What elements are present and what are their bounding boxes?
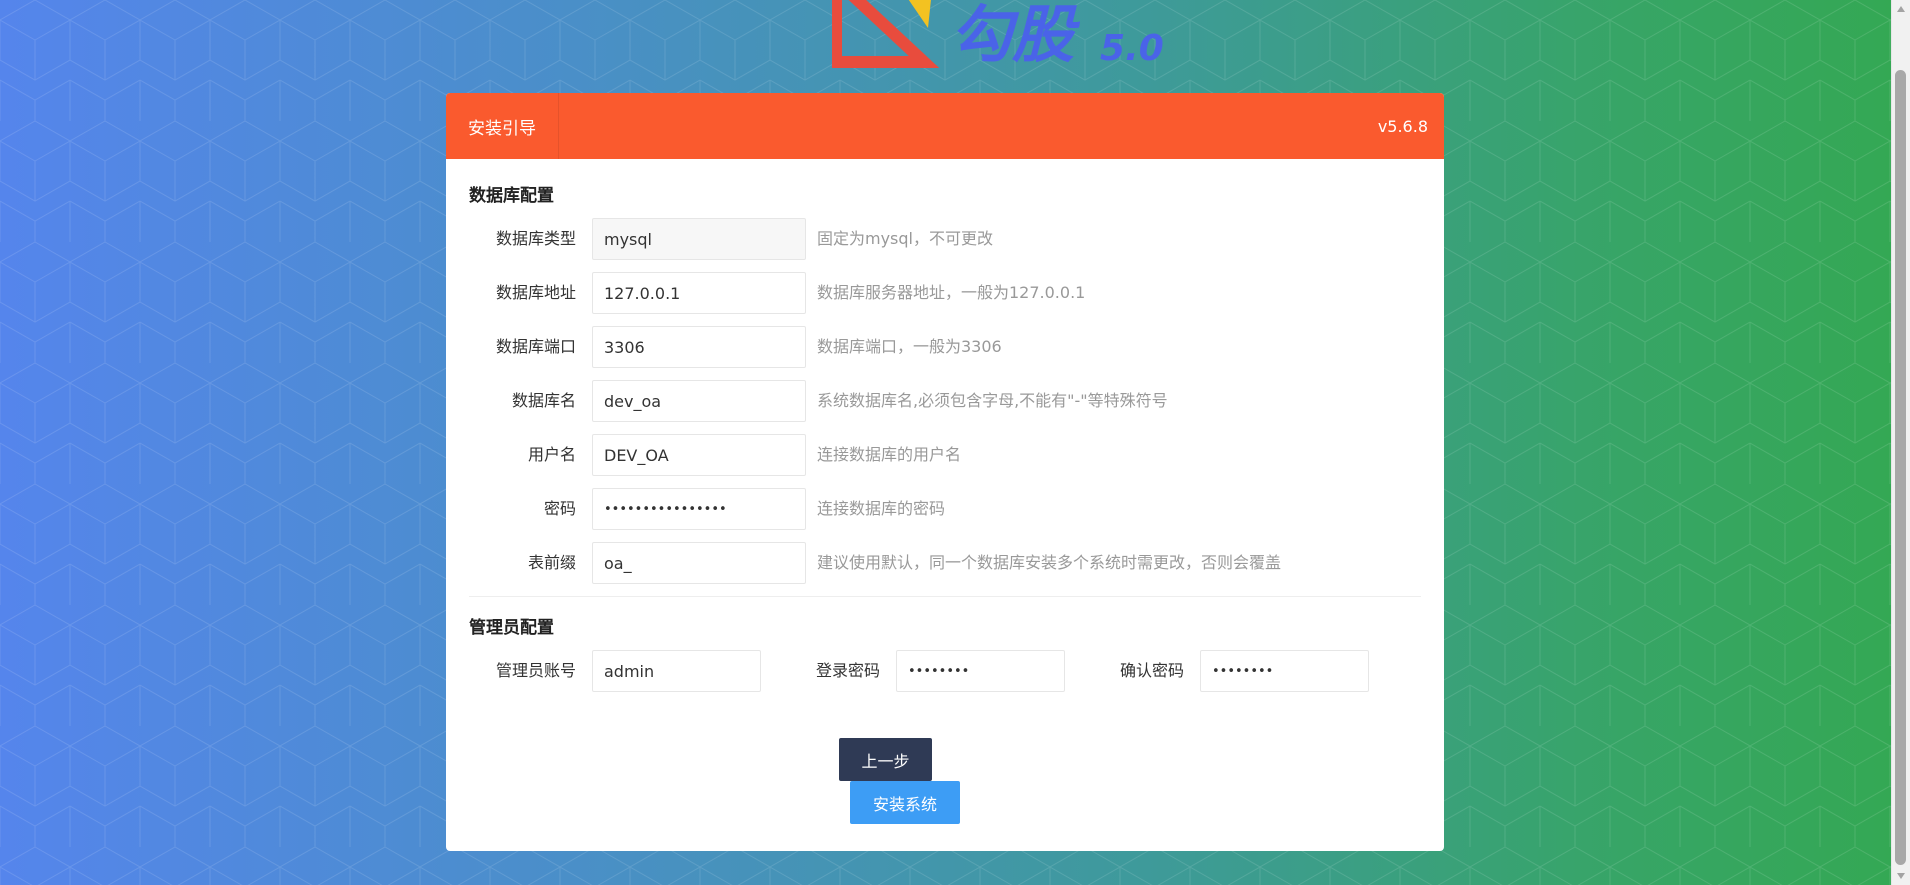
db-port-row: 数据库端口 数据库端口，一般为3306: [446, 326, 1444, 368]
db-name-row: 数据库名 系统数据库名,必须包含字母,不能有"-"等特殊符号: [446, 380, 1444, 422]
admin-row: 管理员账号 登录密码 确认密码: [446, 650, 1444, 692]
db-password-input[interactable]: [592, 488, 806, 530]
version-label: v5.6.8: [1377, 116, 1428, 136]
db-port-label: 数据库端口: [495, 337, 576, 356]
scrollbar-thumb[interactable]: [1895, 70, 1906, 865]
card-header: 安装引导 v5.6.8: [446, 93, 1444, 159]
db-host-row: 数据库地址 数据库服务器地址，一般为127.0.0.1: [446, 272, 1444, 314]
scroll-up-arrow-icon[interactable]: [1897, 6, 1905, 12]
db-password-label: 密码: [543, 499, 576, 518]
admin-account-input[interactable]: [592, 650, 761, 692]
section-divider: [469, 596, 1421, 597]
db-type-row: 数据库类型 固定为mysql，不可更改: [446, 218, 1444, 260]
db-prefix-hint: 建议使用默认，同一个数据库安装多个系统时需更改，否则会覆盖: [817, 553, 1282, 572]
logo-version: 5.0: [1100, 28, 1164, 69]
db-name-hint: 系统数据库名,必须包含字母,不能有"-"等特殊符号: [817, 391, 1168, 410]
db-host-hint: 数据库服务器地址，一般为127.0.0.1: [817, 283, 1086, 302]
db-name-input[interactable]: [592, 380, 806, 422]
install-card: 安装引导 v5.6.8 数据库配置 数据库类型 固定为mysql，不可更改 数据…: [446, 93, 1444, 851]
db-type-input[interactable]: [592, 218, 806, 260]
database-section-title: 数据库配置: [469, 186, 554, 206]
install-system-button[interactable]: 安装系统: [850, 781, 960, 824]
prev-step-button[interactable]: 上一步: [839, 738, 932, 781]
db-user-input[interactable]: [592, 434, 806, 476]
db-user-label: 用户名: [527, 445, 576, 464]
admin-confirm-label: 确认密码: [1119, 661, 1184, 680]
db-password-row: 密码 连接数据库的密码: [446, 488, 1444, 530]
admin-account-label: 管理员账号: [495, 661, 576, 680]
page-scrollbar[interactable]: [1891, 0, 1910, 885]
db-password-hint: 连接数据库的密码: [817, 499, 946, 518]
db-user-row: 用户名 连接数据库的用户名: [446, 434, 1444, 476]
admin-section-title: 管理员配置: [469, 618, 554, 638]
db-name-label: 数据库名: [511, 391, 576, 410]
db-prefix-row: 表前缀 建议使用默认，同一个数据库安装多个系统时需更改，否则会覆盖: [446, 542, 1444, 584]
db-port-input[interactable]: [592, 326, 806, 368]
db-prefix-input[interactable]: [592, 542, 806, 584]
db-prefix-label: 表前缀: [527, 553, 576, 572]
admin-password-input[interactable]: [896, 650, 1065, 692]
admin-password-label: 登录密码: [815, 661, 880, 680]
db-user-hint: 连接数据库的用户名: [817, 445, 962, 464]
db-type-hint: 固定为mysql，不可更改: [817, 229, 993, 248]
tab-install-guide[interactable]: 安装引导: [446, 93, 559, 159]
db-host-input[interactable]: [592, 272, 806, 314]
logo-text: 勾股: [950, 0, 1081, 71]
db-host-label: 数据库地址: [495, 283, 576, 302]
scroll-down-arrow-icon[interactable]: [1897, 873, 1905, 879]
db-port-hint: 数据库端口，一般为3306: [817, 337, 1002, 356]
admin-confirm-input[interactable]: [1200, 650, 1369, 692]
triangle-logo-icon: 勾股 5.0: [832, 0, 1164, 71]
db-type-label: 数据库类型: [495, 229, 576, 248]
